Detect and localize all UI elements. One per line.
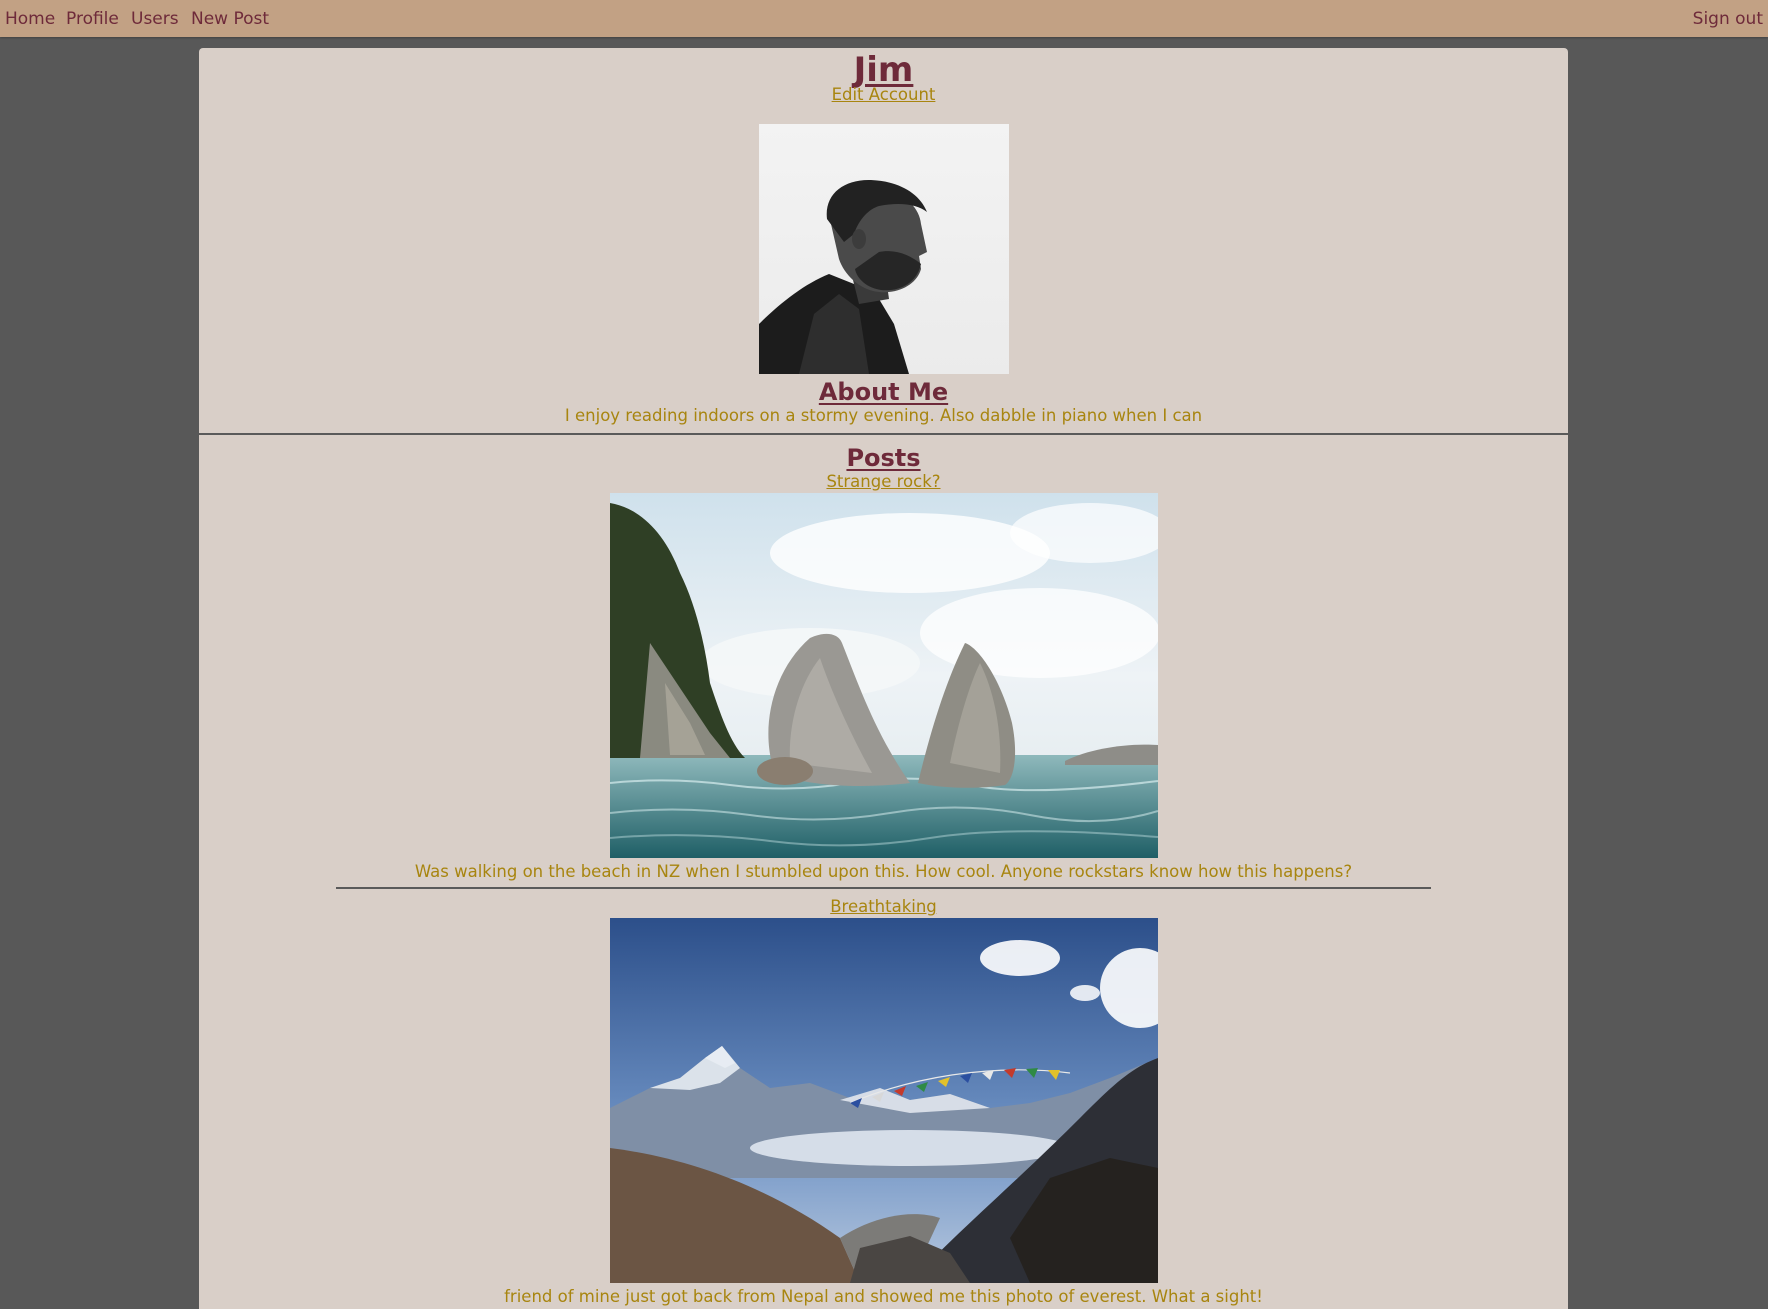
post-1-title-link[interactable]: Strange rock? (826, 472, 940, 491)
posts-heading: Posts (846, 444, 921, 472)
profile-panel: Jim Edit Account About Me I enjoy readin… (199, 48, 1568, 1309)
post-2-title-link[interactable]: Breathtaking (830, 897, 937, 916)
nav-users-link[interactable]: Users (131, 9, 179, 29)
post-2-caption: friend of mine just got back from Nepal … (504, 1287, 1263, 1306)
about-me-heading: About Me (818, 378, 949, 406)
post-1-image (610, 493, 1158, 858)
top-navbar: Home Profile Users New Post Sign out (0, 0, 1768, 37)
profile-name-heading: Jim (853, 50, 914, 90)
post-2-image (610, 918, 1158, 1283)
avatar (759, 124, 1009, 374)
nav-profile-link[interactable]: Profile (66, 9, 119, 29)
post-1-title-row: Strange rock? (199, 472, 1568, 491)
post-divider (336, 887, 1431, 889)
section-divider (199, 433, 1568, 435)
about-me-text: I enjoy reading indoors on a stormy even… (564, 406, 1203, 425)
nav-new-post-link[interactable]: New Post (191, 9, 269, 29)
post-1-caption: Was walking on the beach in NZ when I st… (414, 862, 1353, 881)
nav-home-link[interactable]: Home (5, 9, 55, 29)
nav-sign-out-link[interactable]: Sign out (1693, 9, 1763, 29)
post-2-title-row: Breathtaking (199, 897, 1568, 916)
edit-account-row: Edit Account (199, 85, 1568, 104)
edit-account-link[interactable]: Edit Account (832, 85, 936, 104)
